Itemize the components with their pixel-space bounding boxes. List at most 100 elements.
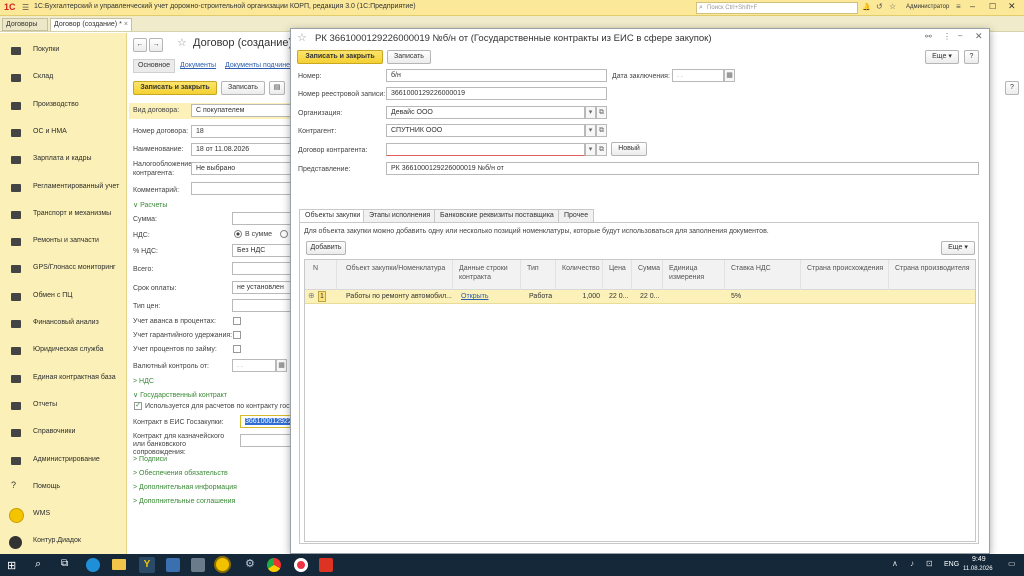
price-type-field[interactable] [232, 299, 291, 312]
col-qty[interactable]: Количество [556, 260, 603, 290]
section-signatures[interactable]: > Подписи [133, 454, 167, 465]
close-button[interactable]: ✕ [1008, 1, 1016, 12]
task-view-icon[interactable]: ⧉ [61, 558, 68, 569]
col-country-origin[interactable]: Страна происхождения [801, 260, 889, 290]
sidebar-item-reports[interactable]: Отчеты [0, 393, 126, 420]
tab-bank-details[interactable]: Банковские реквизиты поставщика [434, 209, 560, 222]
loan-checkbox[interactable] [233, 345, 241, 353]
sidebar-item-assets[interactable]: ОС и НМА [0, 120, 126, 147]
conclusion-calendar-button[interactable]: ▦ [724, 69, 735, 82]
language-indicator[interactable]: ENG [944, 561, 959, 568]
contract-save-close-button[interactable]: Записать и закрыть [133, 81, 217, 95]
yandex-browser-icon[interactable] [294, 558, 308, 572]
col-object[interactable]: Объект закупки/Номенклатура [337, 260, 453, 290]
section-extra-agreements[interactable]: > Дополнительные соглашения [133, 496, 235, 507]
app-red-icon[interactable] [319, 558, 333, 572]
eis-contract-field[interactable]: 3661000129226000019 [240, 415, 291, 428]
sidebar-item-regulated[interactable]: Регламентированный учет [0, 175, 126, 202]
favorite-icon[interactable]: ☆ [177, 36, 187, 49]
pay-term-field[interactable]: не установлен [232, 281, 291, 294]
col-unit[interactable]: Единица измерения [663, 260, 725, 290]
subtab-documents[interactable]: Документы [180, 62, 216, 69]
yandex-icon[interactable]: Y [139, 557, 155, 573]
total-field[interactable] [232, 262, 291, 275]
sidebar-item-warehouse[interactable]: Склад [0, 65, 126, 92]
number-field[interactable]: б/н [386, 69, 607, 82]
notification-icon[interactable]: ▭ [1008, 559, 1016, 568]
cell-open-link[interactable]: Открыть [458, 290, 518, 304]
sidebar-item-staff[interactable]: Зарплата и кадры [0, 147, 126, 174]
user-name[interactable]: Администратор [906, 4, 949, 10]
gov-used-checkbox[interactable]: ✓ [134, 402, 142, 410]
sidebar-item-legal[interactable]: Юридическая служба [0, 338, 126, 365]
sidebar-item-catalogs[interactable]: Справочники [0, 420, 126, 447]
modal-more-button[interactable]: Еще ▾ [925, 50, 959, 64]
vat-rate-field[interactable]: Без НДС [232, 244, 291, 257]
contract-number-field[interactable]: 18 [191, 125, 291, 138]
col-country-producer[interactable]: Страна производителя [889, 260, 975, 290]
vat-other-radio[interactable] [280, 230, 288, 238]
link-icon[interactable]: ⚯ [925, 32, 932, 41]
vat-in-sum-radio[interactable] [234, 230, 242, 238]
section-gov[interactable]: ∨ Государственный контракт [133, 390, 227, 401]
subtab-main[interactable]: Основное [133, 59, 176, 73]
modal-close-icon[interactable]: ✕ [975, 31, 983, 42]
cp-contract-dropdown-button[interactable]: ▾ [585, 143, 596, 156]
new-contract-button[interactable]: Новый [611, 142, 647, 156]
add-button[interactable]: Добавить [306, 241, 346, 255]
treasury-contract-field[interactable] [240, 434, 291, 447]
explorer-icon[interactable] [112, 559, 126, 570]
counterparty-dropdown-button[interactable]: ▾ [585, 124, 596, 137]
windows-start-icon[interactable]: ⊞ [7, 559, 16, 572]
contract-type-field[interactable]: С покупателем [191, 104, 291, 117]
edge-icon[interactable] [86, 558, 100, 572]
comment-field[interactable] [191, 182, 291, 195]
clock-time[interactable]: 9:49 [972, 556, 986, 563]
1c-taskbar-icon[interactable] [214, 556, 231, 573]
table-more-button[interactable]: Еще ▾ [941, 241, 975, 255]
remote-desktop-icon[interactable] [191, 558, 205, 572]
section-vat[interactable]: > НДС [133, 376, 154, 387]
taxation-field[interactable]: Не выбрано [191, 162, 291, 175]
forward-button[interactable]: → [149, 38, 163, 52]
maximize-button[interactable]: ☐ [989, 2, 996, 11]
contract-print-button[interactable]: ▤ [269, 81, 285, 95]
back-button[interactable]: ← [133, 38, 147, 52]
col-contract-data[interactable]: Данные строки контракта [453, 260, 521, 290]
section-security[interactable]: > Обеспечения обязательств [133, 468, 228, 479]
tab-other[interactable]: Прочее [558, 209, 595, 222]
tab-close-icon[interactable]: × [124, 19, 128, 30]
tab-contract-new[interactable]: Договор (создание) * × [50, 18, 132, 31]
modal-minimize-icon[interactable]: – [958, 31, 962, 40]
expand-icon[interactable]: ⊕ [308, 291, 315, 300]
menu-icon[interactable]: ☰ [22, 3, 29, 12]
sidebar-item-transport[interactable]: Транспорт и механизмы [0, 202, 126, 229]
sidebar-item-finance[interactable]: Финансовый анализ [0, 311, 126, 338]
organization-dropdown-button[interactable]: ▾ [585, 106, 596, 119]
contract-name-field[interactable]: 18 от 11.08.2026 [191, 143, 291, 156]
clock-date[interactable]: 11.08.2026 [963, 566, 993, 572]
tab-stages[interactable]: Этапы исполнения [363, 209, 437, 222]
section-calc[interactable]: ∨ Расчеты [133, 200, 167, 211]
global-search-input[interactable]: ⌕ Поиск Ctrl+Shift+F [696, 2, 858, 14]
cp-contract-open-button[interactable]: ⧉ [596, 143, 607, 156]
minimize-button[interactable]: – [970, 1, 975, 11]
representation-field[interactable]: РК 3661000129226000019 №б/н от [386, 162, 979, 175]
sidebar-item-gps[interactable]: GPS/Глонасс мониторинг [0, 256, 126, 283]
bell-icon[interactable]: 🔔 [862, 3, 871, 11]
calendar-button[interactable]: ▦ [276, 359, 287, 372]
modal-help-button[interactable]: ? [964, 50, 979, 64]
col-vat[interactable]: Ставка НДС [725, 260, 801, 290]
table-row[interactable]: ⊕ 1 Работы по ремонту автомобил... Откры… [305, 290, 975, 304]
modal-save-close-button[interactable]: Записать и закрыть [297, 50, 383, 64]
sidebar-item-factory[interactable]: Производство [0, 93, 126, 120]
col-type[interactable]: Тип [521, 260, 556, 290]
sidebar-item-cart[interactable]: Покупки [0, 38, 126, 65]
warranty-checkbox[interactable] [233, 331, 241, 339]
organization-open-button[interactable]: ⧉ [596, 106, 607, 119]
history-icon[interactable]: ↺ [876, 2, 883, 11]
modal-favorite-icon[interactable]: ☆ [297, 31, 307, 44]
sidebar-item-repair[interactable]: Ремонты и запчасти [0, 229, 126, 256]
sidebar-item-contracts[interactable]: Единая контрактная база [0, 366, 126, 393]
col-price[interactable]: Цена [603, 260, 632, 290]
